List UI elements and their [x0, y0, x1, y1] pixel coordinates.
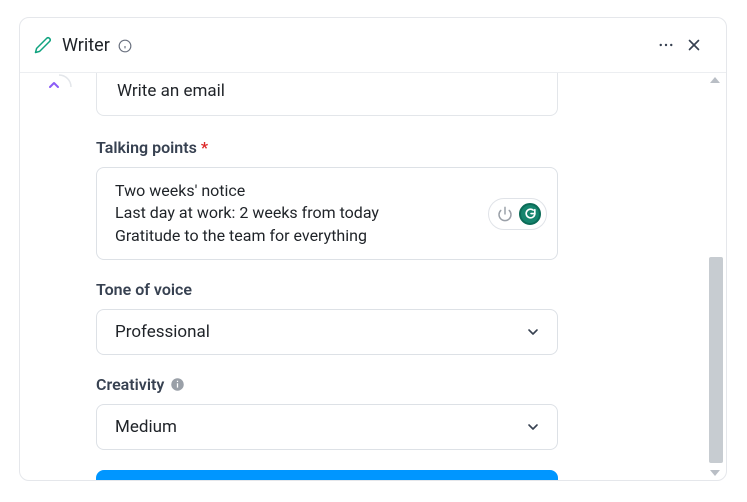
left-arrow-fragment [45, 73, 73, 99]
close-button[interactable] [680, 31, 708, 59]
panel-title: Writer [62, 35, 110, 56]
grammarly-widget[interactable] [488, 198, 547, 230]
form-area: Write an email Talking points * Two week… [96, 73, 558, 480]
tone-value: Professional [115, 322, 210, 342]
talking-points-group: Talking points * Two weeks' notice Last … [96, 138, 558, 260]
required-mark: * [201, 138, 208, 157]
scroll-up-icon[interactable] [710, 77, 720, 83]
talking-points-input[interactable]: Two weeks' notice Last day at work: 2 we… [96, 167, 558, 260]
pencil-icon [34, 36, 52, 54]
more-button[interactable] [652, 31, 680, 59]
creativity-select[interactable]: Medium [96, 404, 558, 450]
info-icon[interactable] [118, 38, 132, 52]
generate-button[interactable]: Generate [96, 470, 558, 480]
writer-panel: Writer Write an email Talking points * T… [19, 17, 727, 481]
creativity-value: Medium [115, 417, 177, 437]
power-icon[interactable] [497, 206, 513, 222]
tone-select[interactable]: Professional [96, 309, 558, 355]
panel-header: Writer [20, 18, 726, 73]
grammarly-icon[interactable] [519, 203, 541, 225]
talking-points-text[interactable]: Two weeks' notice Last day at work: 2 we… [115, 180, 487, 247]
tone-label: Tone of voice [96, 280, 558, 299]
intent-display[interactable]: Write an email [96, 73, 558, 116]
talking-points-label: Talking points * [96, 138, 558, 157]
panel-body: Write an email Talking points * Two week… [20, 73, 726, 480]
chevron-down-icon [525, 419, 541, 435]
info-icon[interactable] [170, 377, 185, 392]
creativity-group: Creativity Medium [96, 375, 558, 450]
tone-group: Tone of voice Professional [96, 280, 558, 355]
creativity-label: Creativity [96, 375, 558, 394]
scroll-down-icon[interactable] [710, 470, 720, 476]
scrollbar-thumb[interactable] [709, 257, 723, 463]
chevron-down-icon [525, 324, 541, 340]
